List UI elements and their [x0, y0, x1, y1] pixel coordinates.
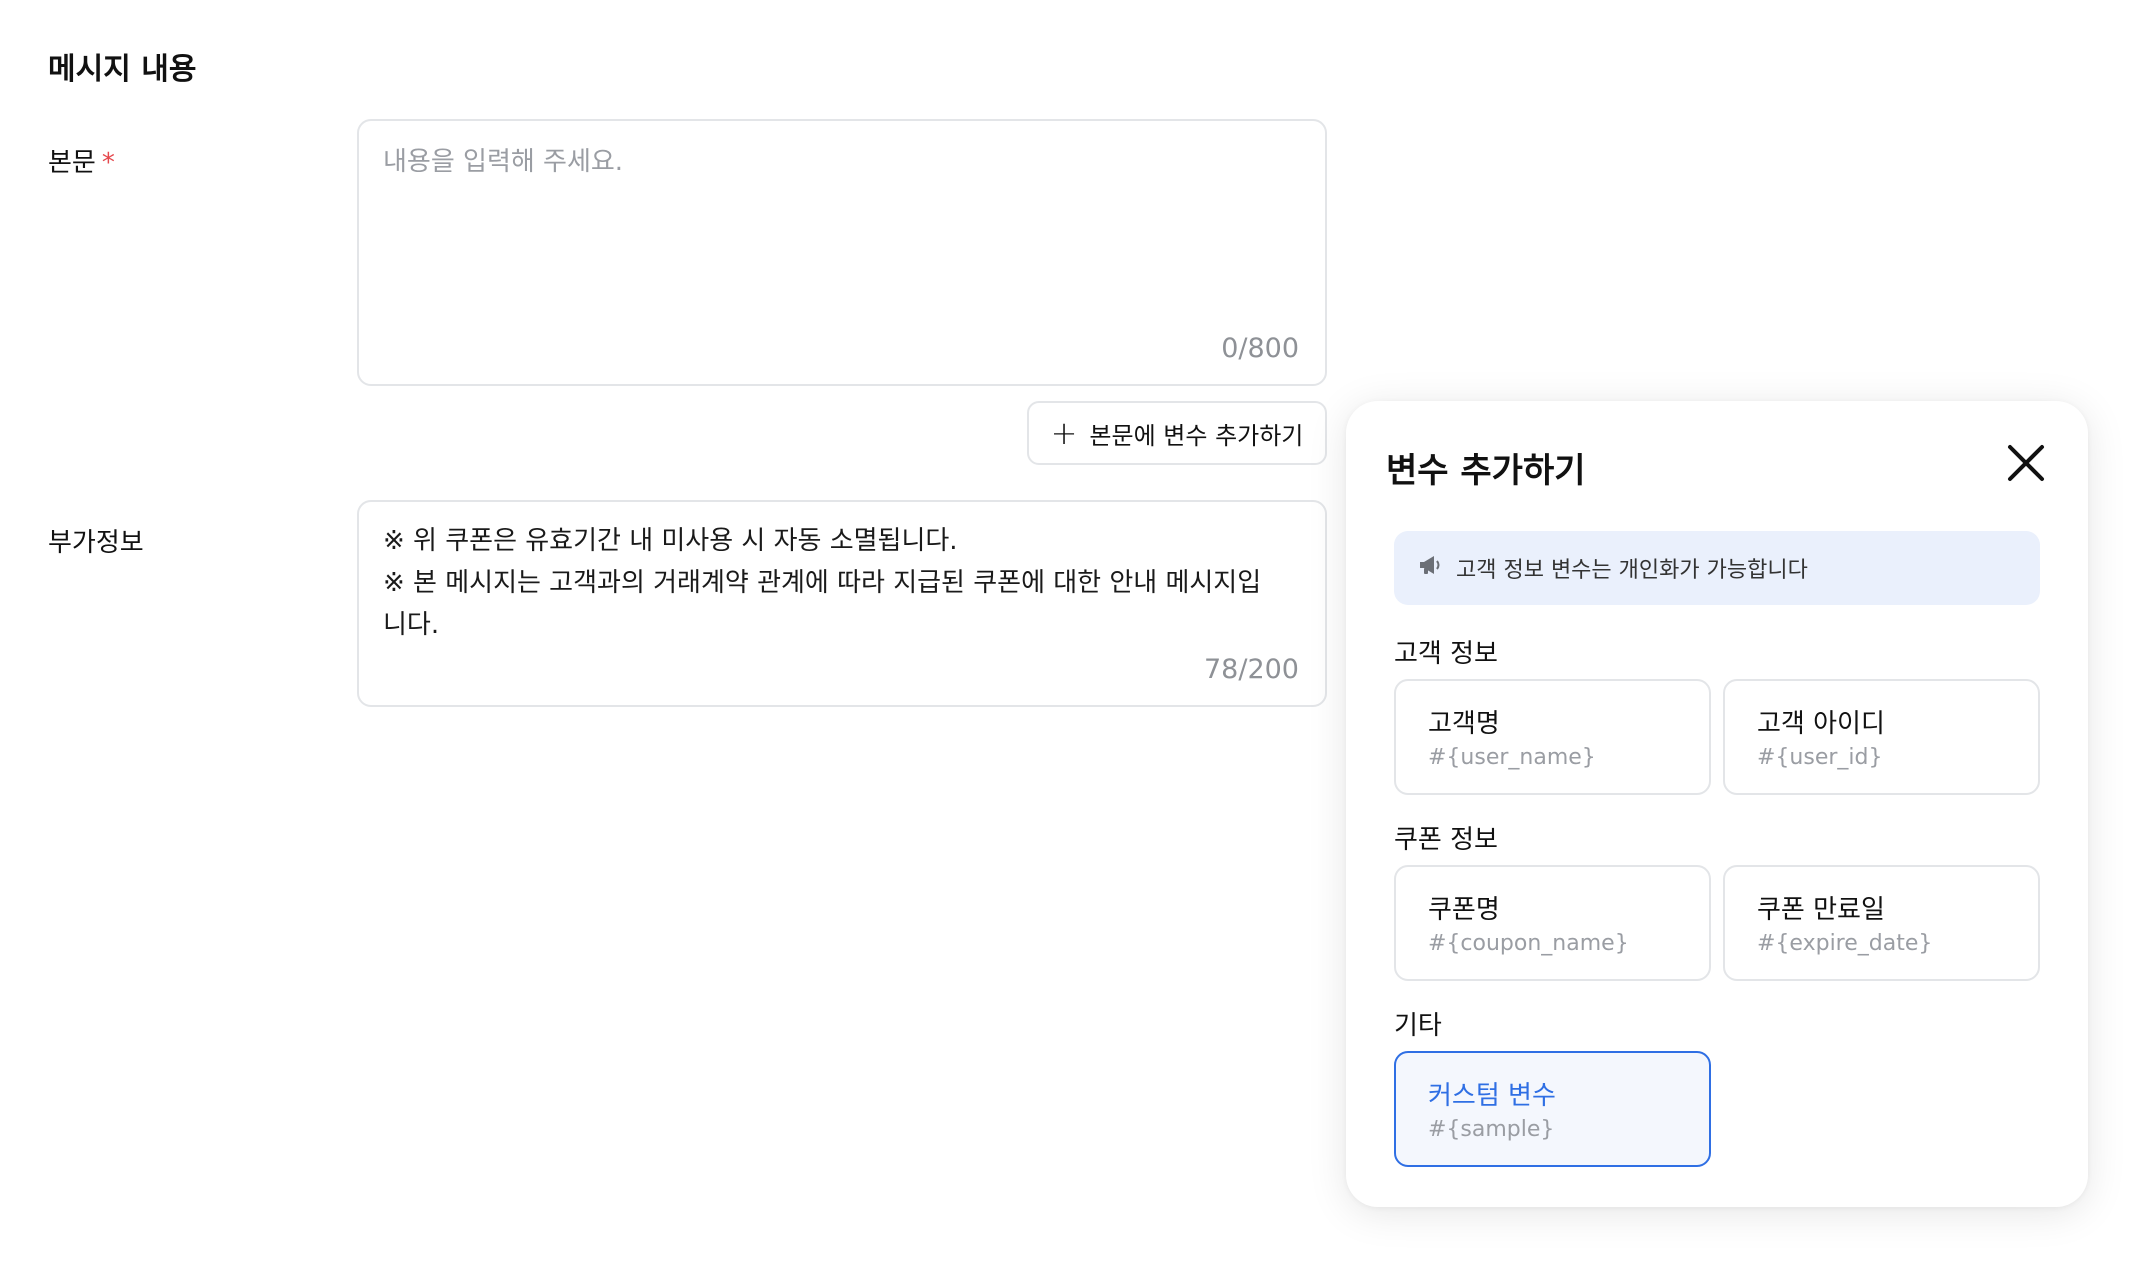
body-field-label: 본문 * — [48, 142, 115, 179]
close-icon[interactable] — [2004, 441, 2048, 485]
variable-code: #{sample} — [1428, 1117, 1555, 1142]
megaphone-icon — [1418, 554, 1444, 582]
variable-code: #{user_id} — [1757, 745, 1883, 770]
add-variable-button[interactable]: + 본문에 변수 추가하기 — [1027, 401, 1327, 465]
variable-name: 쿠폰명 — [1428, 895, 1500, 925]
add-variable-label: 본문에 변수 추가하기 — [1089, 421, 1304, 450]
extra-info-line: ※ 본 메시지는 고객과의 거래계약 관계에 따라 지급된 쿠폰에 대한 안내 … — [383, 568, 1262, 640]
panel-title: 변수 추가하기 — [1386, 451, 1586, 491]
variable-card-expire-date[interactable]: 쿠폰 만료일 #{expire_date} — [1723, 865, 2040, 981]
extra-field-label: 부가정보 — [48, 528, 144, 558]
variable-code: #{expire_date} — [1757, 931, 1933, 956]
variable-name: 커스텀 변수 — [1428, 1081, 1556, 1111]
variable-code: #{coupon_name} — [1428, 931, 1629, 956]
variable-panel: 변수 추가하기 고객 정보 변수는 개인화가 가능합니다 고객 정보 고객명 #… — [1346, 401, 2088, 1207]
required-mark: * — [101, 148, 115, 178]
extra-info-content: ※ 위 쿠폰은 유효기간 내 미사용 시 자동 소멸됩니다. ※ 본 메시지는 … — [383, 520, 1285, 646]
extra-char-counter: 78/200 — [1204, 654, 1299, 685]
variable-name: 고객 아이디 — [1757, 709, 1885, 739]
variable-name: 고객명 — [1428, 709, 1500, 739]
group-label-coupon: 쿠폰 정보 — [1394, 825, 1498, 855]
group-label-etc: 기타 — [1394, 1011, 1442, 1041]
extra-info-textarea[interactable]: ※ 위 쿠폰은 유효기간 내 미사용 시 자동 소멸됩니다. ※ 본 메시지는 … — [357, 500, 1327, 707]
variable-card-user-id[interactable]: 고객 아이디 #{user_id} — [1723, 679, 2040, 795]
variable-card-custom[interactable]: 커스텀 변수 #{sample} — [1394, 1051, 1711, 1167]
variable-name: 쿠폰 만료일 — [1757, 895, 1885, 925]
body-char-counter: 0/800 — [1221, 333, 1299, 364]
body-textarea[interactable]: 내용을 입력해 주세요. 0/800 — [357, 119, 1327, 386]
notice-text: 고객 정보 변수는 개인화가 가능합니다 — [1456, 558, 1808, 583]
group-label-customer: 고객 정보 — [1394, 639, 1498, 669]
variable-card-user-name[interactable]: 고객명 #{user_name} — [1394, 679, 1711, 795]
plus-icon: + — [1050, 414, 1078, 452]
notice-banner: 고객 정보 변수는 개인화가 가능합니다 — [1394, 531, 2040, 605]
variable-card-coupon-name[interactable]: 쿠폰명 #{coupon_name} — [1394, 865, 1711, 981]
body-label-text: 본문 — [48, 148, 96, 178]
extra-info-line: ※ 위 쿠폰은 유효기간 내 미사용 시 자동 소멸됩니다. — [383, 526, 958, 556]
body-placeholder: 내용을 입력해 주세요. — [383, 147, 624, 177]
variable-code: #{user_name} — [1428, 745, 1596, 770]
section-title: 메시지 내용 — [48, 52, 197, 87]
